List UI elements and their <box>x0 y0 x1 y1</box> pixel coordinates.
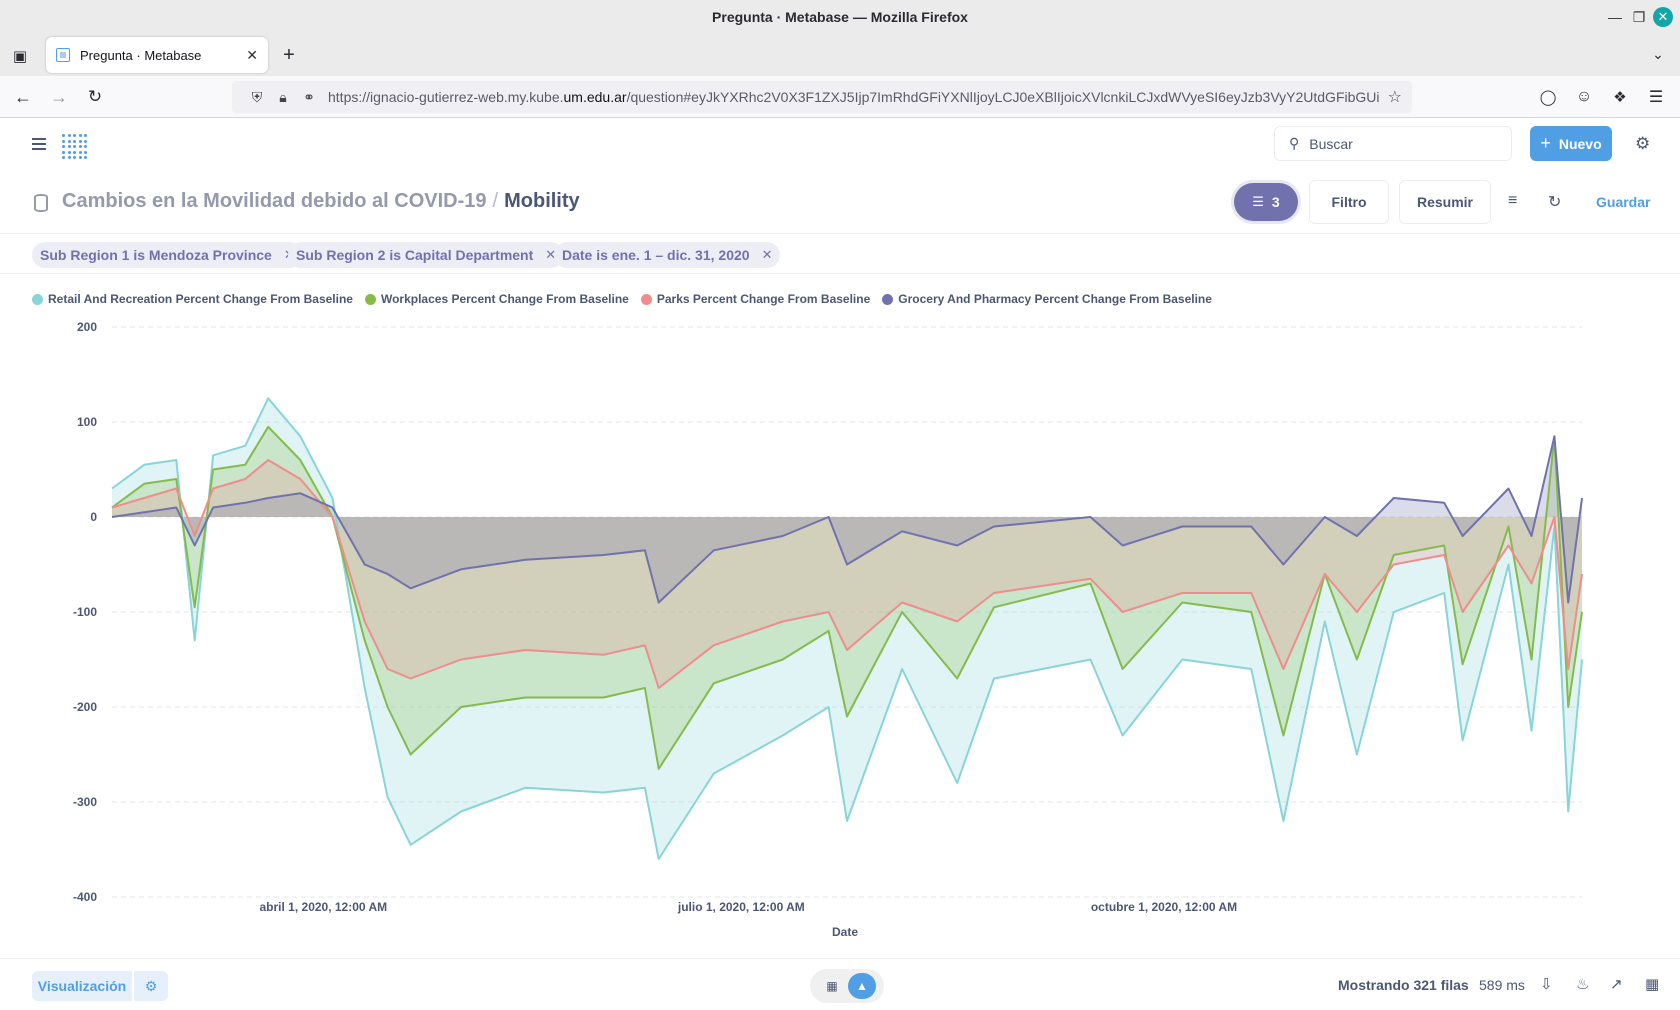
chart-view-icon[interactable]: ▲ <box>848 973 876 999</box>
breadcrumb: Cambios en la Movilidad debido al COVID-… <box>62 190 580 213</box>
filter-chip-label: Sub Region 2 is Capital Department <box>296 247 534 263</box>
filter-count: 3 <box>1271 194 1280 210</box>
download-icon[interactable]: ⇩ <box>1540 975 1553 993</box>
settings-gear-icon[interactable]: ⚙ <box>1635 134 1650 154</box>
filter-chip-label: Sub Region 1 is Mendoza Province <box>40 247 272 263</box>
active-filters-toggle[interactable]: ☰ 3 <box>1234 183 1298 221</box>
search-placeholder: Buscar <box>1309 135 1353 152</box>
legend-label: Workplaces Percent Change From Baseline <box>380 292 629 306</box>
x-tick-label: julio 1, 2020, 12:00 AM <box>677 900 805 914</box>
y-tick-label: -300 <box>73 795 97 809</box>
alert-bell-icon[interactable]: ♨ <box>1576 975 1589 993</box>
legend-dot <box>640 293 652 305</box>
breadcrumb-separator: / <box>492 190 499 212</box>
x-axis-label: Date <box>832 925 858 939</box>
legend-label: Parks Percent Change From Baseline <box>656 292 871 306</box>
filter-button[interactable]: Filtro <box>1309 180 1389 224</box>
visualization-button[interactable]: Visualización <box>32 971 132 1001</box>
breadcrumb-table[interactable]: Mobility <box>504 190 580 212</box>
list-all-tabs-icon[interactable]: ⌄ <box>1648 44 1668 64</box>
back-icon[interactable]: ← <box>12 86 34 108</box>
chart-legend: Retail And Recreation Percent Change Fro… <box>32 290 1224 308</box>
legend-label: Retail And Recreation Percent Change Fro… <box>48 292 353 306</box>
reload-icon[interactable]: ↻ <box>84 86 106 108</box>
refresh-icon[interactable]: ↻ <box>1548 192 1561 212</box>
legend-item[interactable]: Parks Percent Change From Baseline <box>640 290 871 308</box>
window-titlebar: Pregunta · Metabase — Mozilla Firefox — … <box>0 0 1680 34</box>
legend-dot <box>882 293 894 305</box>
mobility-area-chart[interactable]: 200 100 0 -100 -200 -300 -400 abril 1, 2020, 1… <box>0 310 1680 950</box>
tab-close-icon[interactable]: ✕ <box>246 47 258 64</box>
browser-tab[interactable]: Pregunta · Metabase ✕ <box>46 37 268 73</box>
metabase-header: ⚲ Buscar + Nuevo ⚙ <box>0 118 1680 176</box>
legend-item[interactable]: Retail And Recreation Percent Change Fro… <box>32 290 353 308</box>
database-icon <box>34 194 48 212</box>
legend-dot <box>32 293 43 305</box>
x-tick-label: octubre 1, 2020, 12:00 AM <box>1091 900 1237 914</box>
tab-title: Pregunta · Metabase <box>80 47 202 63</box>
table-view-icon[interactable]: ▦ <box>818 973 846 999</box>
filter-icon: ☰ <box>1252 194 1264 209</box>
x-tick-label: abril 1, 2020, 12:00 AM <box>260 900 388 914</box>
view-toggle[interactable]: ▦ ▲ <box>810 969 884 1003</box>
forward-icon[interactable]: → <box>48 86 70 108</box>
filter-chip[interactable]: Sub Region 2 is Capital Department ✕ <box>288 242 565 268</box>
window-title: Pregunta · Metabase — Mozilla Firefox <box>712 9 968 25</box>
bookmark-star-icon[interactable]: ☆ <box>1388 87 1402 107</box>
visualization-settings-gear-icon[interactable]: ⚙ <box>134 971 168 1001</box>
filter-bar: Sub Region 1 is Mendoza Province✕ Sub Re… <box>0 234 1680 274</box>
shield-icon[interactable]: ⛨ <box>244 89 270 106</box>
legend-item[interactable]: Grocery And Pharmacy Percent Change From… <box>882 290 1212 308</box>
y-tick-label: 0 <box>90 510 97 524</box>
sidebar-toggle-icon[interactable] <box>32 138 46 153</box>
share-icon[interactable]: ↗ <box>1610 975 1623 993</box>
filter-chip[interactable]: Sub Region 1 is Mendoza Province✕ <box>32 242 303 268</box>
filter-chip[interactable]: Date is ene. 1 – dic. 31, 2020 ✕ <box>554 242 781 268</box>
new-button[interactable]: + Nuevo <box>1530 126 1612 161</box>
extensions-icon[interactable]: ❖ <box>1609 86 1631 108</box>
query-time: 589 ms <box>1479 977 1525 993</box>
legend-item[interactable]: Workplaces Percent Change From Baseline <box>364 290 629 308</box>
minimize-icon[interactable]: — <box>1604 6 1626 28</box>
url-text[interactable]: https://ignacio-gutierrez-web.my.kube.um… <box>328 89 1388 105</box>
plus-icon: + <box>1540 133 1551 153</box>
save-button[interactable]: Guardar <box>1596 194 1650 210</box>
new-tab-icon[interactable]: + <box>278 44 300 66</box>
metabase-favicon-icon <box>56 48 70 62</box>
calendar-icon[interactable]: ▦ <box>1645 975 1659 993</box>
y-tick-label: -400 <box>73 890 97 904</box>
y-tick-label: -200 <box>73 700 97 714</box>
y-tick-label: 100 <box>77 415 97 429</box>
y-tick-label: 200 <box>77 320 97 334</box>
legend-label: Grocery And Pharmacy Percent Change From… <box>898 292 1212 306</box>
account-icon[interactable]: ☺ <box>1573 86 1595 108</box>
row-count: Mostrando 321 filas <box>1338 977 1469 993</box>
tab-manager-icon[interactable]: ▣ <box>10 46 30 66</box>
navigation-bar: ← → ↻ ⛨ 🔒︎ ⚭ https://ignacio-gutierrez-w… <box>0 76 1680 118</box>
maximize-icon[interactable]: ❐ <box>1628 6 1650 28</box>
lock-icon[interactable]: 🔒︎ <box>270 89 296 106</box>
legend-dot <box>364 293 376 305</box>
search-input[interactable]: ⚲ Buscar <box>1274 126 1512 161</box>
url-bar[interactable]: ⛨ 🔒︎ ⚭ https://ignacio-gutierrez-web.my.… <box>232 81 1412 113</box>
summarize-button[interactable]: Resumir <box>1399 180 1491 224</box>
question-header: Cambios en la Movilidad debido al COVID-… <box>0 176 1680 234</box>
notebook-editor-icon[interactable]: ≡ <box>1508 192 1517 210</box>
menu-icon[interactable]: ☰ <box>1645 86 1667 108</box>
breadcrumb-collection[interactable]: Cambios en la Movilidad debido al COVID-… <box>62 190 487 212</box>
metabase-logo[interactable] <box>62 134 88 160</box>
filter-chip-label: Date is ene. 1 – dic. 31, 2020 <box>562 247 750 263</box>
search-icon: ⚲ <box>1289 135 1300 151</box>
remove-filter-icon[interactable]: ✕ <box>762 247 773 263</box>
pocket-icon[interactable]: ◯ <box>1537 86 1559 108</box>
footer-bar: Visualización ⚙ ▦ ▲ Mostrando 321 filas … <box>0 958 1680 1010</box>
key-icon[interactable]: ⚭ <box>296 89 322 106</box>
tab-bar: ▣ Pregunta · Metabase ✕ + ⌄ <box>0 34 1680 76</box>
new-button-label: Nuevo <box>1558 135 1602 152</box>
close-window-icon[interactable]: ✕ <box>1653 7 1673 27</box>
y-tick-label: -100 <box>73 605 97 619</box>
